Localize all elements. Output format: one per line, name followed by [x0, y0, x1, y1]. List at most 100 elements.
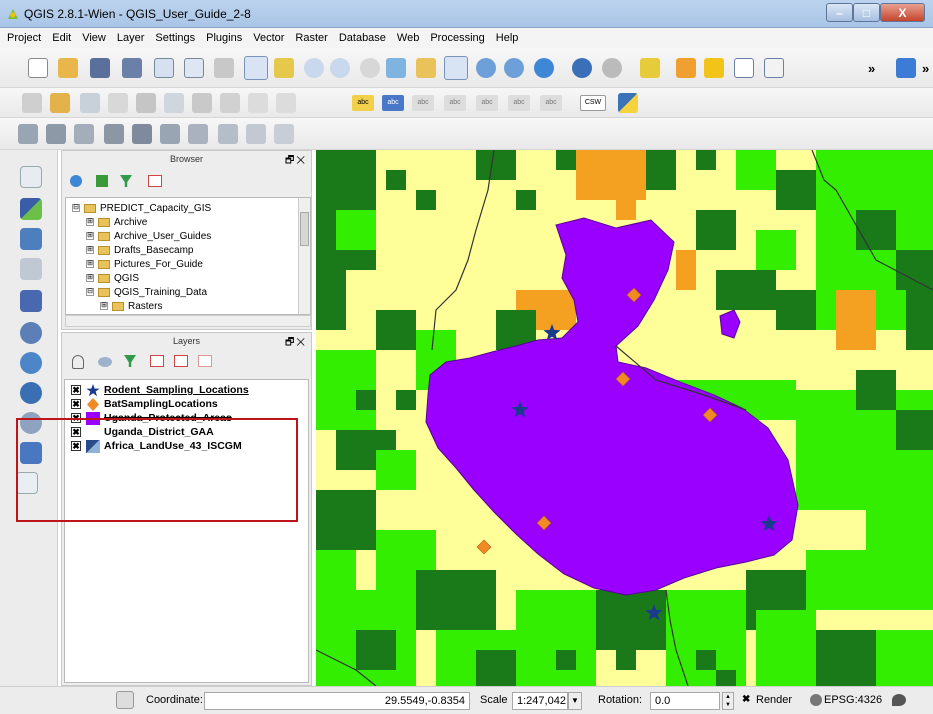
pin-labels-icon[interactable]: abc — [444, 95, 466, 111]
help-icon[interactable] — [896, 58, 916, 78]
expand-icon[interactable]: ⊞ — [86, 218, 94, 226]
tree-item[interactable]: ⊞ Rasters — [100, 299, 162, 313]
zoom-out-icon[interactable] — [330, 58, 350, 78]
add-raster-layer-icon[interactable] — [20, 198, 42, 220]
render-checkbox[interactable]: ✖ — [742, 694, 750, 705]
tree-item[interactable]: ⊞ QGIS — [86, 271, 139, 285]
expand-icon[interactable]: ⊞ — [100, 302, 108, 310]
eye-icon[interactable] — [98, 357, 112, 367]
annotation-icon[interactable] — [274, 124, 294, 144]
histogram-stretch-icon[interactable] — [46, 124, 66, 144]
expand-icon[interactable]: ⊞ — [86, 260, 94, 268]
menu-plugins[interactable]: Plugins — [205, 32, 243, 44]
statistics-icon[interactable] — [764, 58, 784, 78]
map-canvas[interactable] — [316, 150, 933, 686]
browser-panel-window-buttons[interactable]: 🗗✕ — [285, 153, 307, 170]
add-vector-layer-icon[interactable] — [20, 166, 42, 188]
expand-icon[interactable]: ⊞ — [86, 232, 94, 240]
menu-edit[interactable]: Edit — [51, 32, 72, 44]
messages-icon[interactable] — [892, 694, 906, 706]
add-wcs-layer-icon[interactable] — [20, 382, 42, 404]
attribute-table-icon[interactable] — [734, 58, 754, 78]
zoom-native-icon[interactable] — [360, 58, 380, 78]
zoom-next-icon[interactable] — [504, 58, 524, 78]
menu-help[interactable]: Help — [495, 32, 520, 44]
decrease-contrast-icon[interactable] — [188, 124, 208, 144]
menu-processing[interactable]: Processing — [429, 32, 485, 44]
cut-features-icon[interactable] — [220, 93, 240, 113]
toolbar-overflow-icon-2[interactable]: » — [922, 61, 929, 76]
coordinate-toggle-icon[interactable] — [116, 691, 134, 709]
pan-map-icon[interactable] — [244, 56, 268, 80]
highlight-labels-icon[interactable]: abc — [412, 95, 434, 111]
add-selected-layers-icon[interactable] — [96, 175, 108, 187]
open-project-icon[interactable] — [58, 58, 78, 78]
identify-features-icon[interactable] — [572, 58, 592, 78]
copy-features-icon[interactable] — [248, 93, 268, 113]
collapse-all-icon[interactable] — [148, 175, 162, 187]
node-tool-icon[interactable] — [164, 93, 184, 113]
menu-web[interactable]: Web — [396, 32, 420, 44]
lock-icon[interactable] — [72, 355, 84, 369]
rotate-label-icon[interactable]: abc — [540, 95, 562, 111]
layer-visibility-checkbox[interactable]: ✖ — [71, 399, 81, 409]
menu-settings[interactable]: Settings — [154, 32, 196, 44]
menu-project[interactable]: Project — [6, 32, 42, 44]
layer-row-rodent[interactable]: ✖ Rodent_Sampling_Locations — [71, 383, 249, 397]
scale-dropdown-icon[interactable]: ▼ — [568, 692, 582, 710]
zoom-full-icon[interactable] — [386, 58, 406, 78]
minimize-button[interactable]: – — [826, 3, 853, 22]
show-hide-labels-icon[interactable]: abc — [476, 95, 498, 111]
map-svg[interactable] — [316, 150, 933, 686]
pan-to-selection-icon[interactable] — [274, 58, 294, 78]
collapse-all-icon[interactable] — [174, 355, 188, 367]
tree-item[interactable]: ⊞ Pictures_For_Guide — [86, 257, 203, 271]
expand-all-icon[interactable] — [150, 355, 164, 367]
label-toolbar-icon[interactable]: abc — [382, 95, 404, 111]
refresh-icon[interactable] — [70, 175, 82, 187]
decrease-brightness-icon[interactable] — [132, 124, 152, 144]
composer-manager-icon[interactable] — [184, 58, 204, 78]
rotation-spinner-icon[interactable]: ▲ ▼ — [722, 692, 734, 710]
expand-icon[interactable]: ⊞ — [86, 274, 94, 282]
layer-row-bat[interactable]: ✖ BatSamplingLocations — [71, 397, 218, 411]
layers-panel-window-buttons[interactable]: 🗗✕ — [285, 335, 307, 352]
zoom-last-icon[interactable] — [476, 58, 496, 78]
new-print-composer-icon[interactable] — [154, 58, 174, 78]
scrollbar-thumb[interactable] — [300, 212, 309, 246]
add-wms-layer-icon[interactable] — [20, 352, 42, 374]
crs-label[interactable]: EPSG:4326 — [824, 694, 882, 706]
add-mssql-layer-icon[interactable] — [20, 290, 42, 312]
close-button[interactable]: X — [880, 3, 925, 22]
tree-item[interactable]: ⊟ QGIS_Training_Data — [86, 285, 207, 299]
local-stretch-icon[interactable] — [74, 124, 94, 144]
paste-features-icon[interactable] — [276, 93, 296, 113]
add-oracle-layer-icon[interactable] — [20, 322, 42, 344]
select-features-icon[interactable] — [640, 58, 660, 78]
increase-brightness-icon[interactable] — [104, 124, 124, 144]
deselect-features-icon[interactable] — [676, 58, 696, 78]
coordinate-field[interactable]: 29.5549,-0.8354 — [204, 692, 470, 710]
zoom-to-selection-icon[interactable] — [416, 58, 436, 78]
rotation-field[interactable]: 0.0 — [650, 692, 720, 710]
collapse-icon[interactable]: ⊟ — [72, 204, 80, 212]
expand-icon[interactable]: ⊞ — [86, 246, 94, 254]
save-as-icon[interactable] — [122, 58, 142, 78]
new-project-icon[interactable] — [28, 58, 48, 78]
tree-item[interactable]: ⊞ Drafts_Basecamp — [86, 243, 193, 257]
filter-icon[interactable] — [120, 175, 132, 187]
move-label-icon[interactable]: abc — [508, 95, 530, 111]
add-postgis-layer-icon[interactable] — [20, 228, 42, 250]
menu-database[interactable]: Database — [338, 32, 387, 44]
browser-horizontal-scrollbar[interactable] — [65, 315, 311, 327]
menu-vector[interactable]: Vector — [252, 32, 285, 44]
delete-selected-icon[interactable] — [192, 93, 212, 113]
zoom-to-layer-icon[interactable] — [444, 56, 468, 80]
refresh-icon[interactable] — [534, 58, 554, 78]
collapse-icon[interactable]: ⊟ — [86, 288, 94, 296]
gps-tools-icon[interactable] — [218, 124, 238, 144]
current-edits-icon[interactable] — [22, 93, 42, 113]
add-feature-icon[interactable] — [108, 93, 128, 113]
filter-icon[interactable] — [124, 355, 136, 367]
menu-raster[interactable]: Raster — [294, 32, 328, 44]
